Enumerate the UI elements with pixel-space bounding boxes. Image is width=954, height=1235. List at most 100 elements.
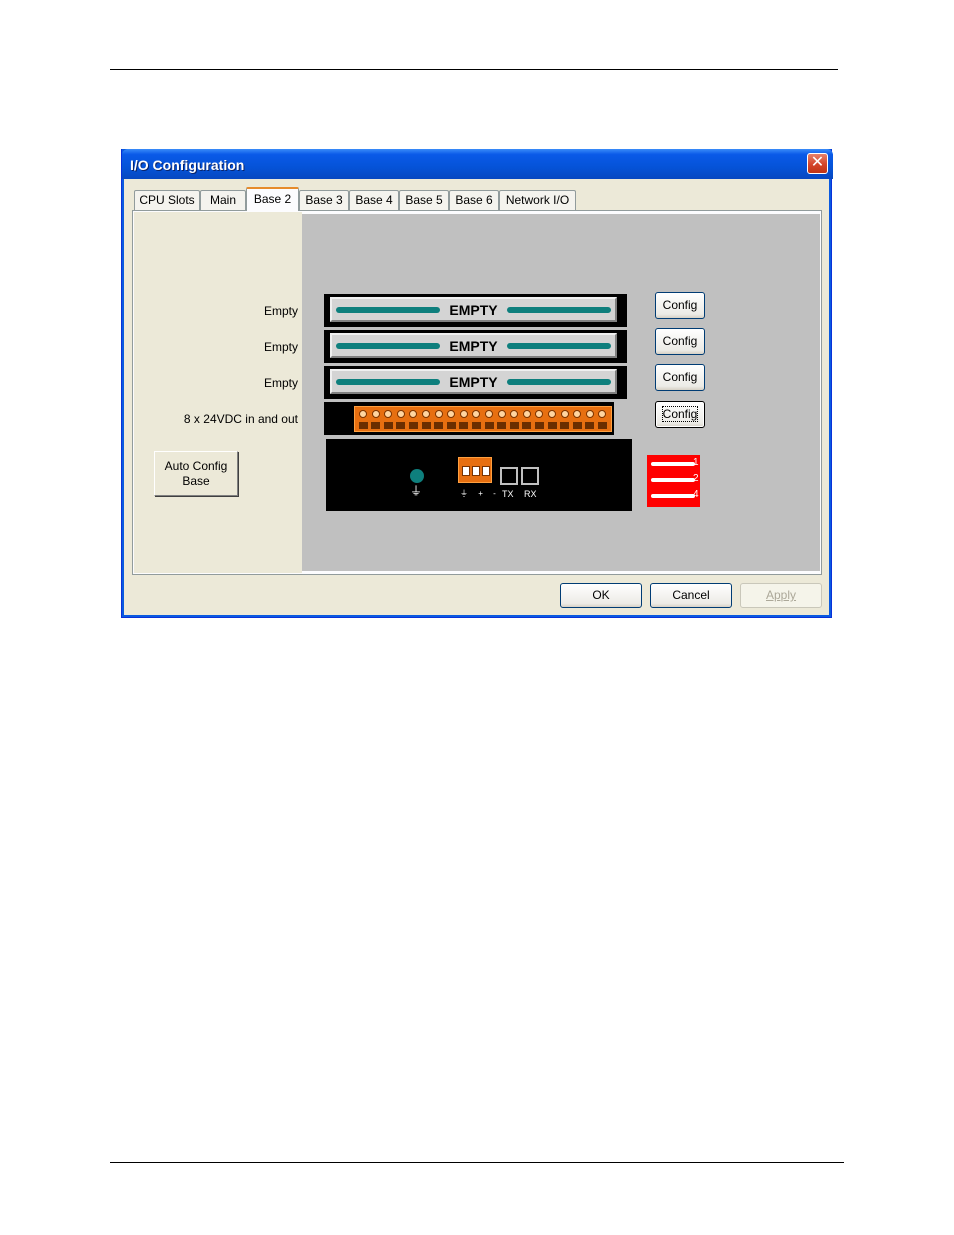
close-icon[interactable]: ✕ <box>807 153 828 174</box>
terminal-slot <box>522 422 532 429</box>
power-pin <box>462 466 470 476</box>
terminal-block <box>354 406 612 432</box>
cancel-button[interactable]: Cancel <box>650 583 732 608</box>
slot-3-config-button[interactable]: Config <box>655 364 705 391</box>
terminal-screw <box>409 410 418 418</box>
tab-label: Network I/O <box>505 193 570 207</box>
tx-port-icon <box>500 467 518 485</box>
auto-config-label-line2: Base <box>182 474 210 488</box>
tab-base-5[interactable]: Base 5 <box>399 190 449 210</box>
rx-port-icon <box>521 467 539 485</box>
slot-1-label: Empty <box>263 304 298 318</box>
terminal-slot <box>383 422 393 429</box>
terminal-slot <box>484 422 494 429</box>
dip-lever-1[interactable] <box>651 462 695 466</box>
tab-base-6[interactable]: Base 6 <box>449 190 499 210</box>
dip-label-4: 4 <box>693 489 699 500</box>
slot-4-io-module[interactable] <box>324 402 614 435</box>
dip-switch[interactable]: 1 2 4 <box>647 455 700 507</box>
tab-base-3[interactable]: Base 3 <box>299 190 349 210</box>
ground-screw-icon <box>410 469 424 483</box>
terminal-slot <box>585 422 595 429</box>
top-page-rule <box>110 69 838 70</box>
terminal-slot <box>459 422 469 429</box>
terminal-slot <box>572 422 582 429</box>
slot-1-config-button[interactable]: Config <box>655 292 705 319</box>
terminal-screw <box>510 410 519 418</box>
tab-label: Base 6 <box>455 193 493 207</box>
terminal-slot <box>471 422 481 429</box>
tab-label: Base 4 <box>355 193 393 207</box>
terminal-slot <box>371 422 381 429</box>
dip-lever-4[interactable] <box>651 494 695 498</box>
terminal-slot <box>421 422 431 429</box>
window-title: I/O Configuration <box>130 157 245 173</box>
tab-label: Base 5 <box>405 193 443 207</box>
module-text: EMPTY <box>449 302 498 318</box>
title-bar[interactable]: I/O Configuration ✕ <box>122 149 833 179</box>
power-terminal-labels: ⏚ + - <box>460 489 500 498</box>
terminal-slot <box>396 422 406 429</box>
slot-2-config-button[interactable]: Config <box>655 328 705 355</box>
terminal-screw <box>359 410 367 418</box>
module-text: EMPTY <box>449 374 498 390</box>
terminal-slot <box>547 422 557 429</box>
auto-config-label-line1: Auto Config <box>164 459 228 473</box>
terminal-slot <box>408 422 418 429</box>
tab-network-io[interactable]: Network I/O <box>499 190 576 210</box>
slot-2-label: Empty <box>263 340 298 354</box>
base-rack-area: EMPTY EMPTY EMPTY Config Config Config C… <box>302 214 820 571</box>
terminal-slot <box>560 422 570 429</box>
slot-4-config-button[interactable]: Config <box>655 401 705 428</box>
tab-cpu-slots[interactable]: CPU Slots <box>134 190 200 210</box>
terminal-screw <box>522 410 531 418</box>
config-label: Config <box>661 406 699 422</box>
tab-label: Main <box>209 193 236 207</box>
terminal-screw <box>434 410 443 418</box>
tab-label: Base 3 <box>305 193 343 207</box>
terminal-screw <box>384 410 393 418</box>
slot-3-module[interactable]: EMPTY <box>324 366 627 399</box>
terminal-screw <box>472 410 481 418</box>
io-configuration-dialog: I/O Configuration ✕ CPU Slots Main Base … <box>121 149 833 618</box>
terminal-screw <box>396 410 405 418</box>
empty-module-face: EMPTY <box>330 333 617 358</box>
ok-button[interactable]: OK <box>560 583 642 608</box>
bottom-page-rule <box>110 1162 844 1163</box>
dip-lever-2[interactable] <box>651 478 695 482</box>
terminal-screw <box>585 410 594 418</box>
tab-main[interactable]: Main <box>200 190 246 210</box>
terminal-slot <box>358 422 368 429</box>
base-2-panel: Empty Empty Empty 8 x 24VDC in and out A… <box>132 210 822 575</box>
terminal-slot <box>497 422 507 429</box>
tab-base-4[interactable]: Base 4 <box>349 190 399 210</box>
apply-button[interactable]: Apply <box>740 583 822 608</box>
dip-label-2: 2 <box>693 473 699 484</box>
tab-base-2[interactable]: Base 2 <box>246 187 299 211</box>
terminal-slot <box>597 422 607 429</box>
terminal-slot <box>534 422 544 429</box>
terminal-screw <box>535 410 544 418</box>
power-pin <box>482 466 490 476</box>
terminal-screw <box>548 410 556 418</box>
ground-icon: ⏚ <box>410 484 423 498</box>
terminal-screw <box>497 410 506 418</box>
dip-label-1: 1 <box>693 457 699 468</box>
power-pin <box>472 466 480 476</box>
terminal-screw <box>422 410 430 418</box>
module-text: EMPTY <box>449 338 498 354</box>
terminal-slot <box>446 422 456 429</box>
terminal-screw <box>459 410 468 418</box>
slot-3-label: Empty <box>263 376 298 390</box>
empty-module-face: EMPTY <box>330 369 617 394</box>
auto-config-base-button[interactable]: Auto Config Base <box>154 451 238 496</box>
empty-module-face: EMPTY <box>330 297 617 322</box>
terminal-screw <box>560 410 569 418</box>
slot-1-module[interactable]: EMPTY <box>324 294 627 327</box>
terminal-screw <box>598 410 607 418</box>
terminal-screw <box>485 410 493 418</box>
terminal-screw <box>447 410 456 418</box>
slot-labels-area: Empty Empty Empty 8 x 24VDC in and out A… <box>134 212 302 573</box>
slot-2-module[interactable]: EMPTY <box>324 330 627 363</box>
base-power-module[interactable]: ⏚ ⏚ + - TX RX <box>326 439 632 511</box>
